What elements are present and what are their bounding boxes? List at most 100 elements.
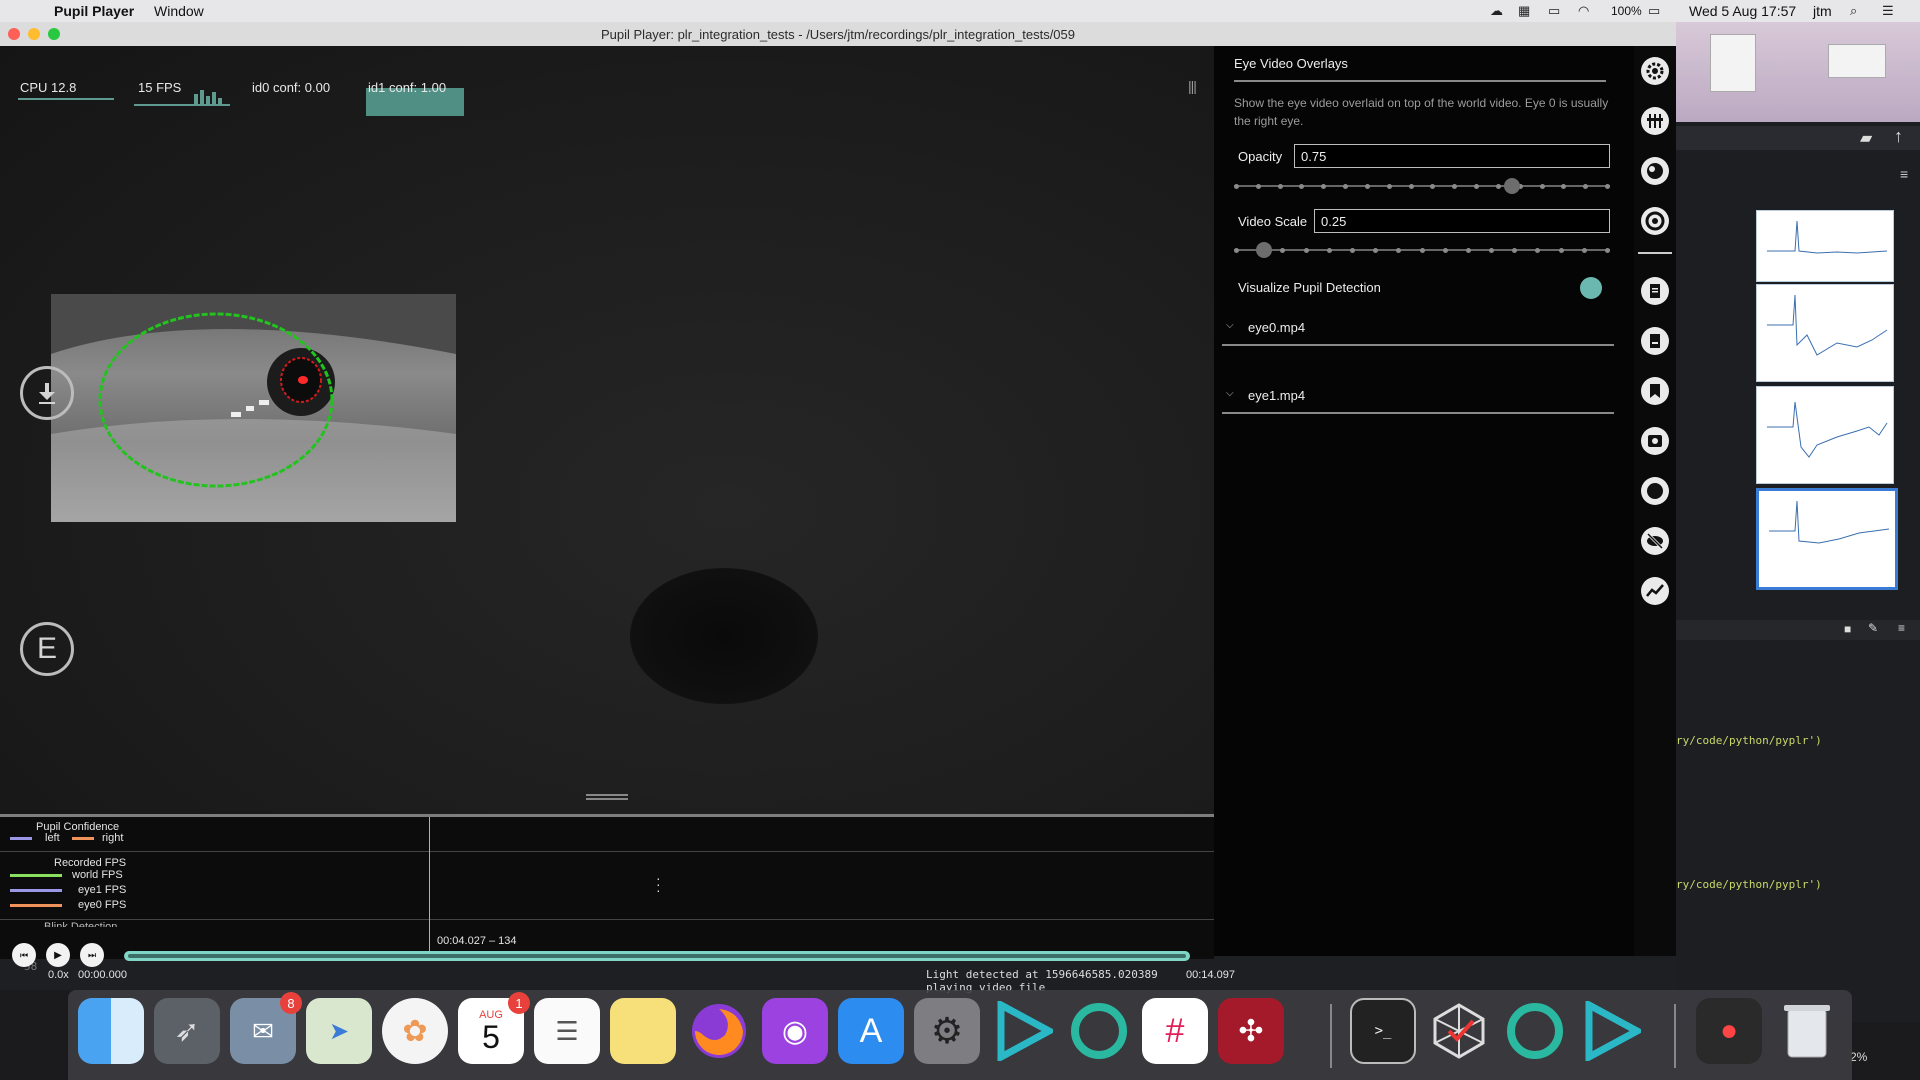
app-store-icon[interactable]: A (838, 998, 904, 1064)
keyboard-icon[interactable]: ▭ (1548, 3, 1560, 19)
finder-icon[interactable] (78, 998, 144, 1064)
network-radar-icon[interactable] (1426, 998, 1492, 1064)
opacity-field[interactable]: 0.75 (1294, 144, 1610, 168)
record-icon[interactable] (1638, 474, 1672, 508)
scale-slider-tick (1605, 248, 1610, 253)
camera-icon[interactable] (1638, 424, 1672, 458)
sliders-icon[interactable] (1638, 104, 1672, 138)
more-icon[interactable]: · · · (656, 871, 661, 897)
flag-icon[interactable]: ▦ (1518, 3, 1530, 19)
eye-overlay-graphic (51, 294, 456, 522)
cpu-readout: CPU 12.8 (20, 80, 77, 95)
eye-ring-icon[interactable] (1638, 204, 1672, 238)
collapse-icon: ⌵ (1226, 320, 1234, 331)
collapse-icon: ⌵ (1226, 388, 1234, 399)
eye-video-overlay[interactable] (51, 294, 456, 522)
plot-thumbnail[interactable] (1756, 284, 1894, 382)
current-time: 00:04.027 – 134 (437, 935, 517, 947)
e-button[interactable]: E (20, 622, 74, 676)
scale-slider-tick (1442, 248, 1448, 253)
menu-user[interactable]: jtm (1813, 3, 1832, 19)
e-button-label: E (36, 632, 57, 665)
plot-thumbnail[interactable] (1756, 210, 1894, 282)
dock: ➶ ✉ 8 ➤ ✿ AUG 5 1 ☰ ◉ A ⚙ # ✣ >_ ● (68, 990, 1852, 1080)
system-preferences-icon[interactable]: ⚙ (914, 998, 980, 1064)
battery-icon[interactable]: ▭ (1648, 3, 1660, 19)
play-button[interactable]: ▶ (46, 943, 70, 967)
notes-icon[interactable] (610, 998, 676, 1064)
menu-window[interactable]: Window (154, 3, 204, 19)
launchpad-icon[interactable]: ➶ (154, 998, 220, 1064)
skip-back-button[interactable]: ⏮ (12, 943, 36, 967)
menu-app-name[interactable]: Pupil Player (54, 3, 134, 19)
opacity-slider-tick (1234, 184, 1239, 189)
eye-half-icon[interactable] (1638, 154, 1672, 188)
firefox-icon[interactable] (686, 998, 752, 1064)
menu-icon[interactable]: ≡ (1900, 166, 1908, 182)
divider (0, 919, 1214, 920)
pupil-player-alt-icon[interactable] (1578, 998, 1644, 1064)
slack-icon[interactable]: # (1142, 998, 1208, 1064)
mendeley-icon[interactable]: ✣ (1218, 998, 1284, 1064)
control-center-icon[interactable]: ☰ (1882, 3, 1894, 19)
divider (1222, 344, 1614, 346)
scale-slider[interactable] (1234, 242, 1610, 258)
pupil-player-icon[interactable] (990, 998, 1056, 1064)
seek-bar-track (128, 954, 1186, 958)
desktop-file-icon[interactable] (1710, 34, 1756, 92)
plot-thumbnail-selected[interactable] (1756, 488, 1898, 590)
opacity-slider-knob[interactable] (1504, 178, 1520, 194)
menu-icon[interactable]: ≡ (1898, 621, 1905, 635)
bookmark-icon[interactable] (1638, 374, 1672, 408)
opacity-slider-tick (1452, 184, 1458, 189)
end-time: 00:14.097 (1186, 969, 1235, 981)
visualize-toggle[interactable] (1580, 277, 1602, 299)
wifi-icon[interactable]: ◠ (1578, 3, 1589, 19)
document-icon[interactable] (1638, 274, 1672, 308)
mail-icon[interactable]: ✉ 8 (230, 992, 302, 1064)
plot-thumbnail[interactable] (1756, 386, 1894, 484)
file-icon[interactable] (1638, 324, 1672, 358)
recorder-icon[interactable]: ● (1696, 998, 1762, 1064)
opacity-slider-tick (1561, 184, 1567, 189)
scale-slider-tick (1280, 248, 1286, 253)
maps-icon[interactable]: ➤ (306, 998, 372, 1064)
scale-field[interactable]: 0.25 (1314, 209, 1610, 233)
eye-slash-icon[interactable] (1638, 524, 1672, 558)
visualize-label: Visualize Pupil Detection (1238, 280, 1381, 295)
resize-grip[interactable] (586, 798, 628, 800)
trend-icon[interactable] (1638, 574, 1672, 608)
podcasts-icon[interactable]: ◉ (762, 998, 828, 1064)
terminal-icon[interactable]: >_ (1350, 998, 1416, 1064)
start-time: 00:00.000 (78, 969, 127, 981)
gear-icon[interactable] (1638, 54, 1672, 88)
calendar-icon[interactable]: AUG 5 1 (458, 992, 530, 1064)
folder-icon[interactable]: ▰ (1860, 128, 1872, 148)
pupil-player-window: Pupil Player: plr_integration_tests - /U… (0, 22, 1676, 981)
reminders-icon[interactable]: ☰ (534, 998, 600, 1064)
pupil-service-icon[interactable] (1502, 998, 1568, 1064)
scale-slider-tick (1489, 248, 1495, 253)
pupil-capture-icon[interactable] (1066, 998, 1132, 1064)
trash-icon[interactable] (1774, 998, 1840, 1064)
seek-bar[interactable] (124, 951, 1190, 961)
scale-slider-knob[interactable] (1255, 242, 1272, 258)
world-video[interactable]: CPU 12.8 15 FPS id0 conf: 0.00 id1 conf:… (0, 46, 1214, 816)
resize-grip[interactable] (586, 794, 628, 796)
search-icon[interactable]: ⌕ (1850, 3, 1857, 19)
eye1-label: eye1.mp4 (1248, 388, 1306, 403)
dock-divider (1674, 1004, 1676, 1068)
stop-icon[interactable]: ■ (1844, 622, 1851, 636)
menu-datetime[interactable]: Wed 5 Aug 17:57 (1689, 3, 1796, 19)
opacity-slider-tick (1343, 184, 1349, 189)
eraser-icon[interactable]: ✎ (1868, 621, 1878, 635)
drag-handle-icon[interactable]: ||| (1188, 78, 1197, 94)
up-arrow-icon[interactable]: ↑ (1894, 126, 1903, 147)
playhead-line[interactable] (428, 817, 430, 959)
download-button[interactable] (20, 366, 74, 420)
cloud-icon[interactable]: ☁ (1490, 3, 1503, 19)
photos-icon[interactable]: ✿ (382, 998, 448, 1064)
skip-forward-button[interactable]: ⏭ (80, 943, 104, 967)
desktop-file-icon[interactable] (1828, 44, 1886, 78)
opacity-slider[interactable] (1234, 178, 1610, 194)
